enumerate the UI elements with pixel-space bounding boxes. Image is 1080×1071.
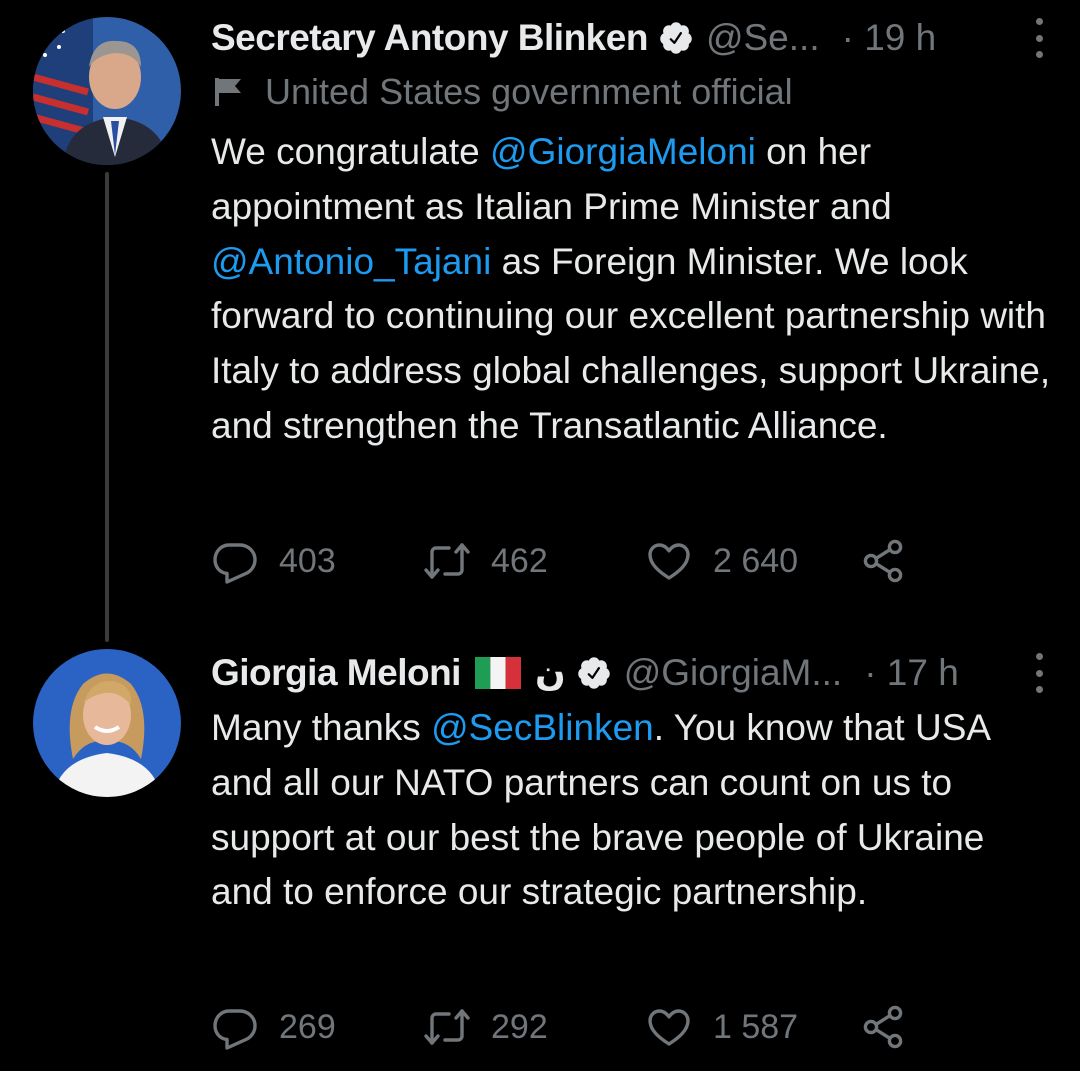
tweet-header: Giorgia Meloni ن @GiorgiaM... · 17 h — [211, 649, 1050, 697]
more-icon[interactable] — [1034, 18, 1044, 58]
mention-link[interactable]: @SecBlinken — [431, 707, 654, 748]
thread-line — [105, 172, 109, 642]
avatar[interactable] — [33, 17, 181, 165]
share-icon — [863, 539, 903, 583]
italy-flag-emoji — [474, 657, 521, 689]
retweet-icon — [424, 543, 470, 579]
retweet-icon — [424, 1009, 470, 1045]
avatar[interactable] — [33, 649, 181, 797]
avatar-image — [33, 17, 181, 165]
author-name[interactable]: Secretary Antony Blinken — [211, 17, 648, 59]
verified-badge-icon — [577, 657, 610, 689]
mention-link[interactable]: @Antonio_Tajani — [211, 241, 491, 282]
reply-button[interactable]: 403 — [211, 536, 336, 586]
like-button[interactable]: 1 587 — [645, 1002, 798, 1052]
tweet-actions: 269 292 1 587 — [211, 1002, 931, 1052]
tweet-actions: 403 462 2 640 — [211, 536, 931, 586]
author-name[interactable]: Giorgia Meloni — [211, 652, 461, 694]
reply-button[interactable]: 269 — [211, 1002, 336, 1052]
tweet-header: Secretary Antony Blinken @Se... · 19 h — [211, 14, 1050, 62]
tweet-text: Many thanks @SecBlinken. You know that U… — [211, 701, 1051, 920]
more-icon[interactable] — [1034, 653, 1044, 693]
share-button[interactable] — [859, 1002, 907, 1052]
text-segment: Many thanks — [211, 707, 432, 748]
reply-count: 403 — [279, 541, 336, 580]
tweet-text: We congratulate @GiorgiaMeloni on her ap… — [211, 125, 1051, 454]
tweet-meloni[interactable]: Giorgia Meloni ن @GiorgiaM... · 17 h Man… — [0, 640, 1080, 1071]
like-icon — [648, 543, 690, 580]
verified-badge-icon — [660, 22, 692, 54]
retweet-button[interactable]: 462 — [423, 536, 548, 586]
timestamp[interactable]: · 17 h — [864, 652, 959, 694]
mention-link[interactable]: @GiorgiaMeloni — [490, 131, 756, 172]
like-count: 1 587 — [713, 1007, 799, 1046]
timestamp[interactable]: · 19 h — [842, 17, 937, 59]
name-suffix: ن — [534, 652, 566, 693]
government-label: United States government official — [213, 70, 793, 114]
reply-icon — [213, 1009, 257, 1050]
label-text: United States government official — [265, 71, 793, 112]
retweet-button[interactable]: 292 — [423, 1002, 548, 1052]
like-icon — [648, 1009, 690, 1046]
like-button[interactable]: 2 640 — [645, 536, 798, 586]
reply-count: 269 — [279, 1007, 336, 1046]
tweet-blinken[interactable]: Secretary Antony Blinken @Se... · 19 h U… — [0, 0, 1080, 642]
retweet-count: 292 — [491, 1007, 548, 1046]
retweet-count: 462 — [491, 541, 548, 580]
author-handle[interactable]: @GiorgiaM... — [624, 652, 843, 694]
share-icon — [863, 1005, 903, 1049]
like-count: 2 640 — [713, 541, 799, 580]
author-handle[interactable]: @Se... — [706, 17, 820, 59]
flag-icon — [215, 78, 241, 106]
share-button[interactable] — [859, 536, 907, 586]
text-segment: We congratulate — [211, 131, 491, 172]
avatar-image — [33, 649, 181, 797]
reply-icon — [213, 543, 257, 584]
